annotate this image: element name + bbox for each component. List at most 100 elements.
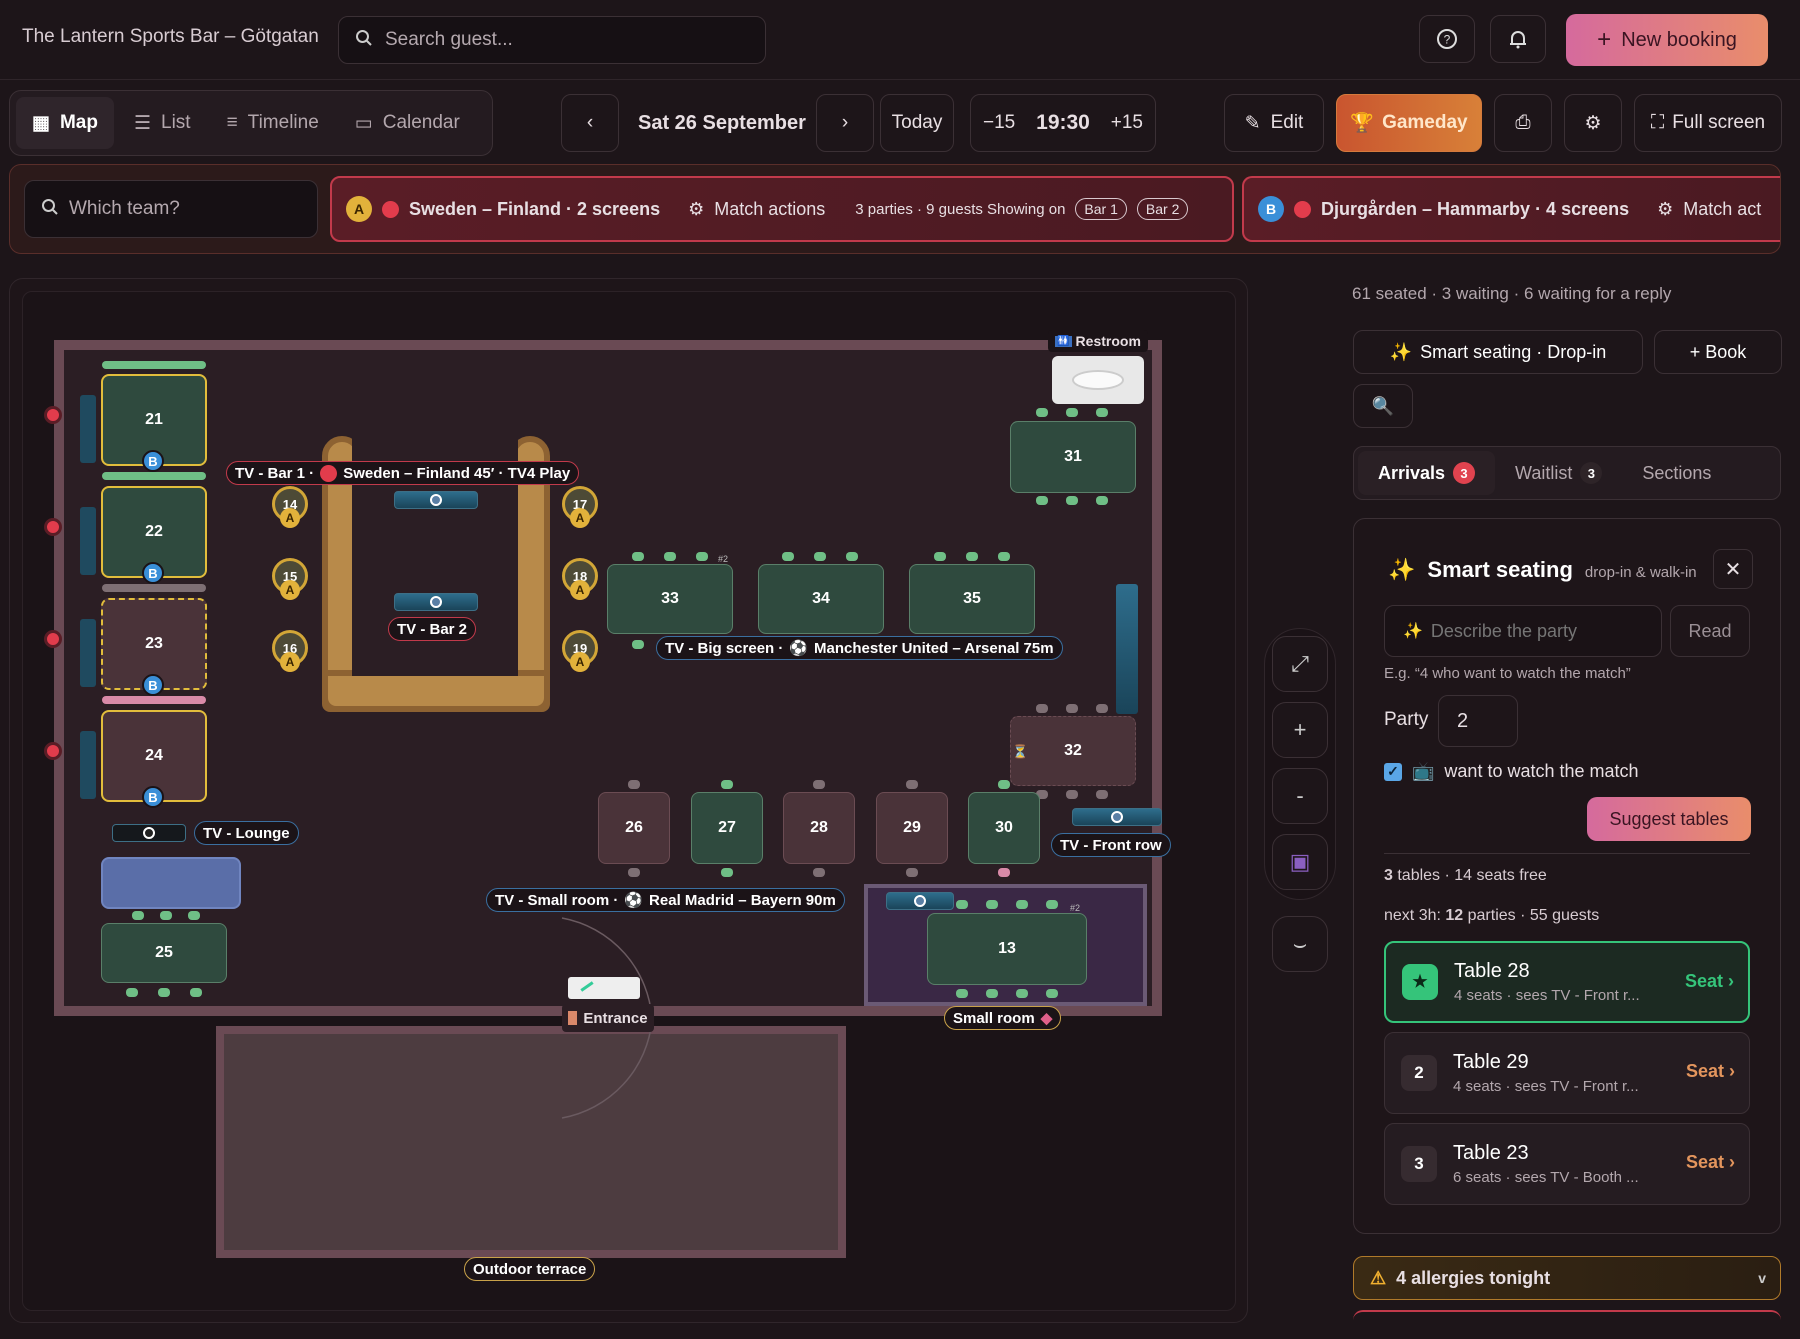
match-card-b[interactable]: B Djurgården – Hammarby · 4 screens ⚙ Ma…: [1242, 176, 1780, 242]
settings-button[interactable]: ⚙: [1564, 94, 1622, 152]
table-31[interactable]: 31: [1010, 421, 1136, 493]
zoom-out-button[interactable]: -: [1272, 768, 1328, 824]
book-button[interactable]: + Book: [1654, 330, 1782, 374]
tv-bar2-label[interactable]: TV - Bar 2: [388, 617, 477, 641]
tab-list[interactable]: ☰ List: [118, 97, 207, 149]
tab-timeline[interactable]: ≡ Timeline: [211, 97, 335, 149]
guest-search[interactable]: [338, 16, 766, 64]
gameday-button[interactable]: 🏆 Gameday: [1336, 94, 1482, 152]
booth-alert-24[interactable]: [44, 742, 62, 765]
tv-small-room-label[interactable]: TV - Small room · ⚽ Real Madrid – Bayern 9…: [486, 888, 845, 912]
restroom-fixture: [1052, 356, 1144, 404]
watch-match-option[interactable]: ✓ 📺 want to watch the match: [1384, 761, 1639, 782]
screen-pill-bar2[interactable]: Bar 2: [1136, 198, 1189, 220]
prev-day-button[interactable]: ‹: [561, 94, 619, 152]
help-button[interactable]: ?: [1419, 15, 1475, 63]
booth-screen-24[interactable]: [80, 731, 96, 799]
table-25[interactable]: 25: [101, 923, 227, 983]
booth-screen-22[interactable]: [80, 507, 96, 575]
small-room-screen[interactable]: [886, 892, 954, 910]
booth-alert-22[interactable]: [44, 518, 62, 541]
table-33[interactable]: 33: [607, 564, 733, 634]
minus-15-button[interactable]: −15: [983, 112, 1015, 134]
upcoming-summary: next 3h: 12 parties · 55 guests: [1384, 907, 1600, 924]
allergies-banner[interactable]: ⚠ 4 allergies tonight v: [1353, 1256, 1781, 1300]
pair-tag: #2: [1070, 903, 1081, 913]
seat-button[interactable]: Seat ›: [1686, 1061, 1735, 1082]
describe-party-input[interactable]: [1430, 620, 1651, 642]
seat-button[interactable]: Seat ›: [1686, 1152, 1735, 1173]
match-badge-a: A: [570, 508, 590, 528]
watch-match-checkbox[interactable]: ✓: [1384, 762, 1402, 781]
tab-waitlist[interactable]: Waitlist 3: [1495, 451, 1622, 495]
sidebar-tabs: Arrivals 3 Waitlist 3 Sections: [1353, 446, 1781, 500]
seat-button[interactable]: Seat ›: [1685, 971, 1734, 992]
team-search-input[interactable]: [69, 198, 309, 220]
expand-icon: ⛶: [1650, 112, 1665, 133]
today-button[interactable]: Today: [880, 94, 954, 152]
read-button[interactable]: Read: [1670, 605, 1750, 657]
table-30[interactable]: 30: [968, 792, 1040, 864]
booth-screen-23[interactable]: [80, 619, 96, 687]
bigscreen-screen[interactable]: [1116, 584, 1138, 714]
search-button[interactable]: 🔍: [1353, 384, 1413, 428]
tab-arrivals[interactable]: Arrivals 3: [1358, 451, 1496, 495]
table-26[interactable]: 26: [598, 792, 670, 864]
suggest-tables-button[interactable]: Suggest tables: [1587, 797, 1751, 841]
save-layout-button[interactable]: ▣: [1272, 834, 1328, 890]
fit-view-button[interactable]: ⤢: [1272, 636, 1328, 692]
front-row-screen[interactable]: [1072, 808, 1162, 826]
current-time: 19:30: [1036, 111, 1090, 134]
tv-bigscreen-label[interactable]: TV - Big screen · ⚽ Manchester United – Ar…: [656, 636, 1063, 660]
table-28[interactable]: 28: [783, 792, 855, 864]
match-card-a[interactable]: A Sweden – Finland · 2 screens ⚙ Match a…: [330, 176, 1234, 242]
bar1-screen[interactable]: [394, 491, 478, 509]
party-size-input[interactable]: 2: [1438, 695, 1518, 747]
table-13[interactable]: 13: [927, 913, 1087, 985]
collapse-button[interactable]: ⌣: [1272, 916, 1328, 972]
calendar-icon: ▭: [354, 112, 373, 134]
booth-alert-23[interactable]: [44, 630, 62, 653]
match-actions-b[interactable]: Match act: [1683, 199, 1761, 220]
table-29[interactable]: 29: [876, 792, 948, 864]
zoom-in-button[interactable]: +: [1272, 702, 1328, 758]
booth-screen-21[interactable]: [80, 395, 96, 463]
lounge-screen[interactable]: [112, 824, 186, 842]
guest-search-input[interactable]: [385, 29, 745, 51]
describe-party-field[interactable]: ✨: [1384, 605, 1662, 657]
tv-bar1-label[interactable]: TV - Bar 1 · Sweden – Finland 45′ · TV4 P…: [226, 461, 580, 485]
tv-lounge-label[interactable]: TV - Lounge: [194, 821, 299, 845]
chair: [1036, 408, 1048, 417]
live-dot-icon: [320, 464, 338, 482]
notifications-button[interactable]: [1490, 15, 1546, 63]
tab-sections[interactable]: Sections: [1622, 451, 1731, 495]
booth-alert-21[interactable]: [44, 406, 62, 429]
match-actions-a[interactable]: Match actions: [714, 199, 825, 220]
fullscreen-button[interactable]: ⛶ Full screen: [1634, 94, 1782, 152]
team-search[interactable]: [24, 180, 318, 238]
screen-pill-bar1[interactable]: Bar 1: [1075, 198, 1127, 220]
bar2-screen[interactable]: [394, 593, 478, 611]
best-match-star-icon: ★: [1402, 964, 1438, 1000]
suggestion-table-23[interactable]: 3 Table 23 6 seats · sees TV - Booth ... …: [1384, 1123, 1750, 1205]
tab-calendar[interactable]: ▭ Calendar: [339, 97, 476, 149]
next-day-button[interactable]: ›: [816, 94, 874, 152]
suggestion-table-28[interactable]: ★ Table 28 4 seats · sees TV - Front r...…: [1384, 941, 1750, 1023]
table-35[interactable]: 35: [909, 564, 1035, 634]
plus-15-button[interactable]: +15: [1111, 112, 1143, 134]
print-button[interactable]: ⎙: [1494, 94, 1552, 152]
tv-front-row-label[interactable]: TV - Front row: [1051, 833, 1171, 857]
grid-icon: ▦: [32, 112, 50, 134]
smart-seating-button[interactable]: ✨ Smart seating · Drop-in: [1353, 330, 1643, 374]
table-34[interactable]: 34: [758, 564, 884, 634]
close-button[interactable]: ✕: [1713, 549, 1753, 589]
tab-map[interactable]: ▦ Map: [16, 97, 114, 149]
current-date[interactable]: Sat 26 September: [638, 112, 806, 135]
suggestion-text: Table 23 6 seats · sees TV - Booth ...: [1453, 1142, 1639, 1186]
edit-button[interactable]: ✎ Edit: [1224, 94, 1324, 152]
table-27[interactable]: 27: [691, 792, 763, 864]
suggestion-table-29[interactable]: 2 Table 29 4 seats · sees TV - Front r...…: [1384, 1032, 1750, 1114]
suggestion-text: Table 28 4 seats · sees TV - Front r...: [1454, 960, 1640, 1004]
new-booking-button[interactable]: + New booking: [1566, 14, 1768, 66]
table-32[interactable]: 32: [1010, 716, 1136, 786]
